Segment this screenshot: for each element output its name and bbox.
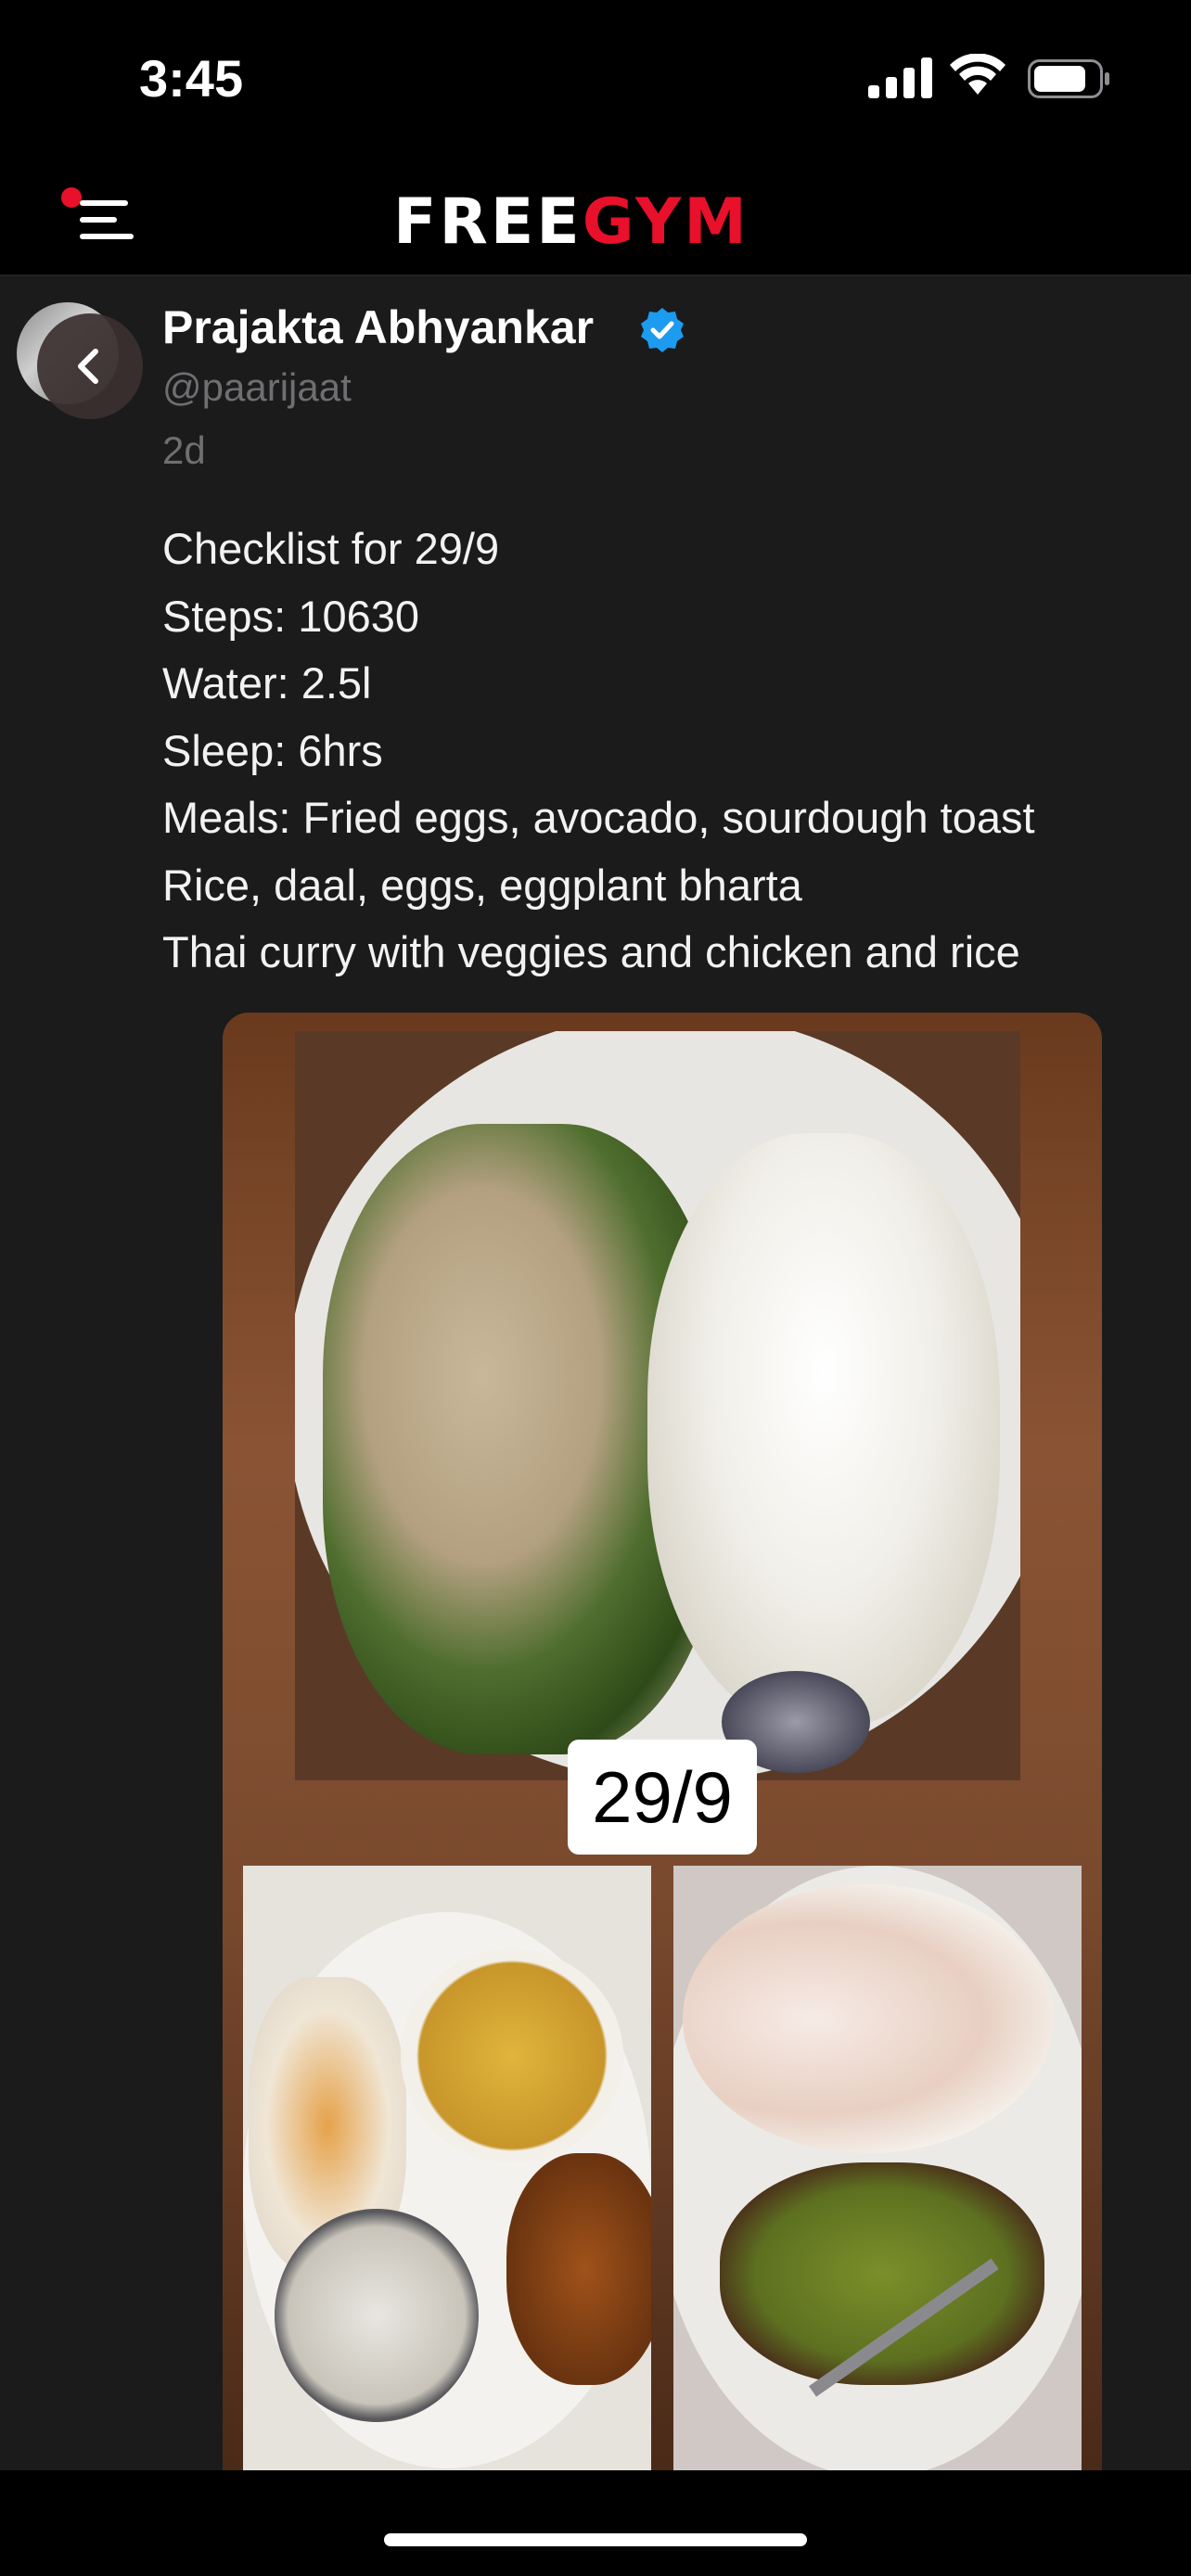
logo-gym: GYM <box>582 185 749 259</box>
wifi-icon <box>950 54 1005 95</box>
home-indicator[interactable] <box>384 2533 807 2546</box>
app-header: FREEGYM <box>0 158 1191 276</box>
post-line: Checklist for 29/9 <box>162 524 500 573</box>
author-name[interactable]: Prajakta Abhyankar <box>162 300 594 354</box>
author-handle[interactable]: @paarijaat <box>162 365 352 410</box>
status-bar: 3:45 <box>0 0 1191 158</box>
app-logo: FREEGYM <box>393 185 749 259</box>
post-line: Water: 2.5l <box>162 658 372 708</box>
thai-curry-photo <box>295 1031 1020 1780</box>
post-card: Prajakta Abhyankar @paarijaat 2d Checkli… <box>0 276 1191 2470</box>
post-line: Rice, daal, eggs, eggplant bharta <box>162 860 802 910</box>
post-line: Sleep: 6hrs <box>162 725 383 775</box>
post-line: Steps: 10630 <box>162 591 419 641</box>
post-image[interactable]: 29/9 <box>223 1013 1102 2470</box>
cellular-signal-icon <box>868 57 932 98</box>
back-button[interactable] <box>37 313 143 419</box>
menu-button[interactable] <box>28 169 134 261</box>
logo-free: FREE <box>393 185 583 259</box>
status-time: 3:45 <box>139 49 244 108</box>
eggs-toast-photo <box>673 1866 1082 2470</box>
post-line: Thai curry with veggies and chicken and … <box>162 927 1020 976</box>
rice-daal-photo <box>243 1866 651 2470</box>
post-body: Checklist for 29/9 Steps: 10630 Water: 2… <box>162 516 1173 987</box>
battery-icon <box>1028 59 1109 98</box>
bottom-safe-area <box>0 2470 1191 2576</box>
image-date-label: 29/9 <box>568 1740 757 1855</box>
post-line: Meals: Fried eggs, avocado, sourdough to… <box>162 793 1035 842</box>
post-timestamp: 2d <box>162 428 206 472</box>
verified-badge-icon <box>641 308 684 352</box>
notification-dot <box>61 187 82 208</box>
chevron-left-icon <box>78 349 98 384</box>
